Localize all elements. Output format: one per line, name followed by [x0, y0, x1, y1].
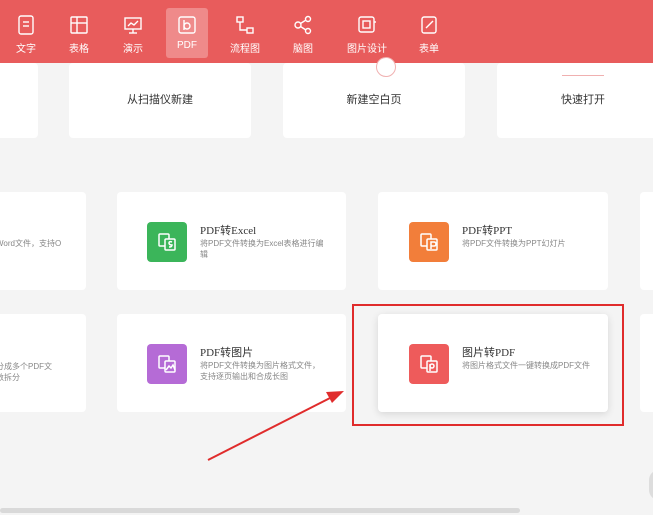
table-icon [70, 16, 88, 34]
pdf-to-image-card[interactable]: PDF转图片 将PDF文件转换为图片格式文件，支持逐页输出和合成长图 [117, 314, 346, 412]
tool-partial-1-desc: Word文件，支持O [0, 239, 62, 248]
tab-text[interactable]: 文字 [5, 8, 47, 58]
pdf-to-image-desc: 将PDF文件转换为图片格式文件，支持逐页输出和合成长图 [200, 361, 320, 381]
create-card-partial[interactable] [0, 63, 38, 138]
create-blank-page-card[interactable]: 新建空白页 [283, 57, 465, 138]
pdf-to-excel-desc: 将PDF文件转换为Excel表格进行编辑 [200, 239, 324, 259]
tab-pdf-label: PDF [177, 40, 197, 51]
create-from-scanner-card[interactable]: 从扫描仪新建 [69, 63, 251, 138]
tab-flowchart-label: 流程图 [230, 44, 260, 55]
tab-table[interactable]: 表格 [58, 8, 100, 58]
top-toolbar: 文字 表格 演示 PDF 流程图 脑图 图片设计 表单 [0, 0, 653, 63]
tab-form-label: 表单 [419, 44, 439, 55]
quick-open-icon [562, 75, 604, 76]
quick-open-card[interactable]: 快速打开 [497, 63, 653, 138]
tab-image-design[interactable]: 图片设计 [342, 8, 392, 58]
tab-mindmap-label: 脑图 [293, 44, 313, 55]
flowchart-icon [236, 16, 254, 34]
create-blank-page-label: 新建空白页 [346, 94, 402, 106]
tab-mindmap[interactable]: 脑图 [282, 8, 324, 58]
excel-icon [158, 233, 176, 251]
text-doc-icon [18, 15, 34, 35]
pdf-to-ppt-icon-box [409, 222, 449, 262]
tab-pdf[interactable]: PDF [166, 8, 208, 58]
add-page-icon [376, 57, 396, 77]
horizontal-scrollbar[interactable] [0, 508, 520, 513]
tab-table-label: 表格 [69, 44, 89, 55]
image-icon [158, 355, 176, 373]
tab-form[interactable]: 表单 [408, 8, 450, 58]
pdf-to-image-icon-box [147, 344, 187, 384]
pdf-to-excel-card[interactable]: PDF转Excel 将PDF文件转换为Excel表格进行编辑 [117, 192, 346, 290]
presentation-icon [124, 17, 142, 34]
form-icon [421, 16, 437, 34]
create-from-scanner-label: 从扫描仪新建 [127, 94, 193, 106]
quick-open-label: 快速打开 [561, 94, 605, 106]
tab-text-label: 文字 [16, 44, 36, 55]
tab-presentation[interactable]: 演示 [112, 8, 154, 58]
tool-card-partial-1[interactable]: Word文件，支持O [0, 192, 86, 290]
tab-flowchart[interactable]: 流程图 [222, 8, 268, 58]
pdf-icon [178, 16, 196, 34]
mindmap-icon [294, 15, 312, 35]
tool-card-partial-right-1[interactable] [640, 192, 653, 290]
pdf-to-ppt-desc: 将PDF文件转换为PPT幻灯片 [462, 239, 566, 248]
tool-partial-2-desc-b: 数拆分 [0, 373, 20, 382]
ppt-icon [420, 233, 438, 251]
pdf-to-image-title: PDF转图片 [200, 347, 254, 359]
image-design-icon [358, 16, 376, 33]
tool-partial-2-desc-a: 分成多个PDF文 [0, 362, 52, 371]
floating-button-partial[interactable] [649, 470, 653, 500]
pdf-to-excel-icon-box [147, 222, 187, 262]
highlight-box [352, 304, 624, 426]
tool-card-partial-2[interactable]: 分成多个PDF文 数拆分 [0, 314, 86, 412]
tab-presentation-label: 演示 [123, 44, 143, 55]
pdf-to-excel-title: PDF转Excel [200, 225, 257, 237]
tool-card-partial-right-2[interactable] [640, 314, 653, 412]
pdf-to-ppt-card[interactable]: PDF转PPT 将PDF文件转换为PPT幻灯片 [378, 192, 608, 290]
pdf-to-ppt-title: PDF转PPT [462, 225, 513, 237]
tab-image-design-label: 图片设计 [347, 44, 387, 55]
